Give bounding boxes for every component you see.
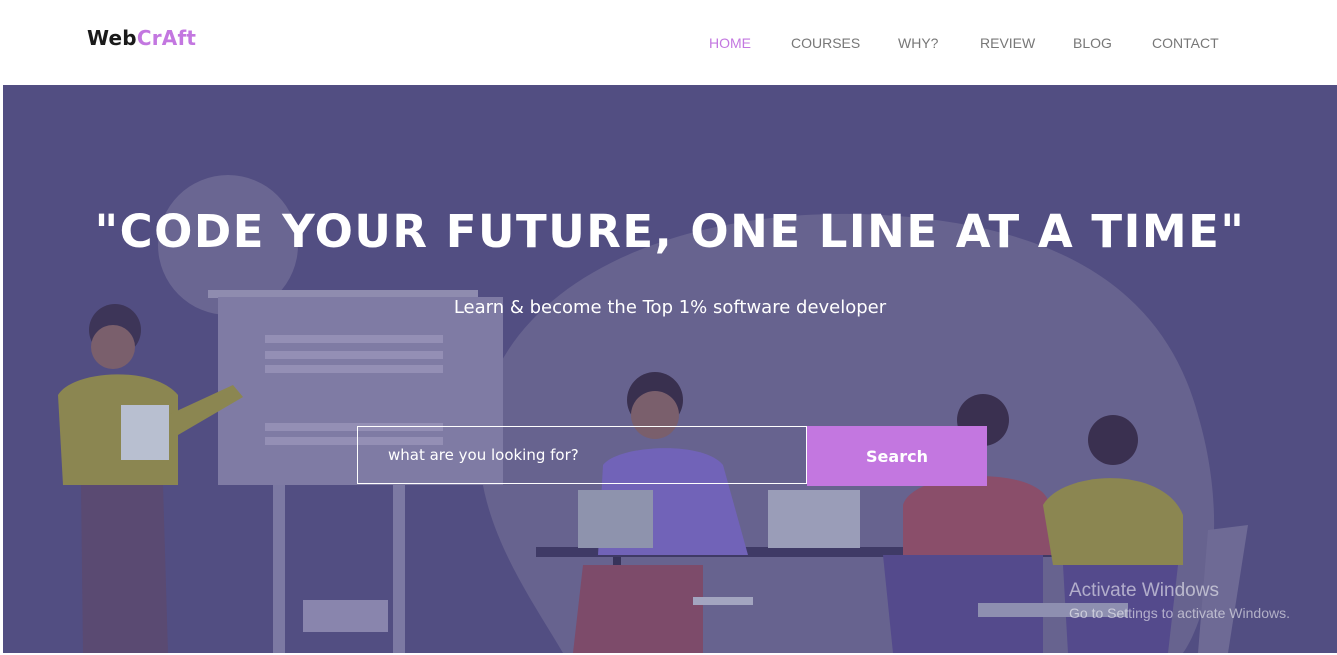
nav-link-review[interactable]: REVIEW: [980, 35, 1035, 51]
hero-subtitle: Learn & become the Top 1% software devel…: [453, 297, 887, 318]
nav-link-contact[interactable]: CONTACT: [1152, 35, 1219, 51]
nav-link-why[interactable]: WHY?: [898, 35, 938, 51]
hero-illustration: [58, 175, 1248, 653]
nav-link-blog[interactable]: BLOG: [1073, 35, 1112, 51]
hero-headline: "CODE YOUR FUTURE, ONE LINE AT A TIME": [94, 205, 1246, 258]
search-input[interactable]: [357, 426, 807, 484]
activation-watermark: Activate Windows Go to Settings to activ…: [1069, 580, 1290, 621]
nav-link-home[interactable]: HOME: [709, 35, 751, 51]
main-nav: HOME COURSES WHY? REVIEW BLOG CONTACT: [0, 35, 1337, 55]
watermark-subtitle: Go to Settings to activate Windows.: [1069, 605, 1290, 621]
hero-section: "CODE YOUR FUTURE, ONE LINE AT A TIME" L…: [3, 85, 1337, 653]
watermark-title: Activate Windows: [1069, 580, 1219, 601]
navbar: WebCrAft HOME COURSES WHY? REVIEW BLOG C…: [0, 0, 1337, 85]
nav-link-courses[interactable]: COURSES: [791, 35, 860, 51]
search-button[interactable]: Search: [807, 426, 987, 486]
